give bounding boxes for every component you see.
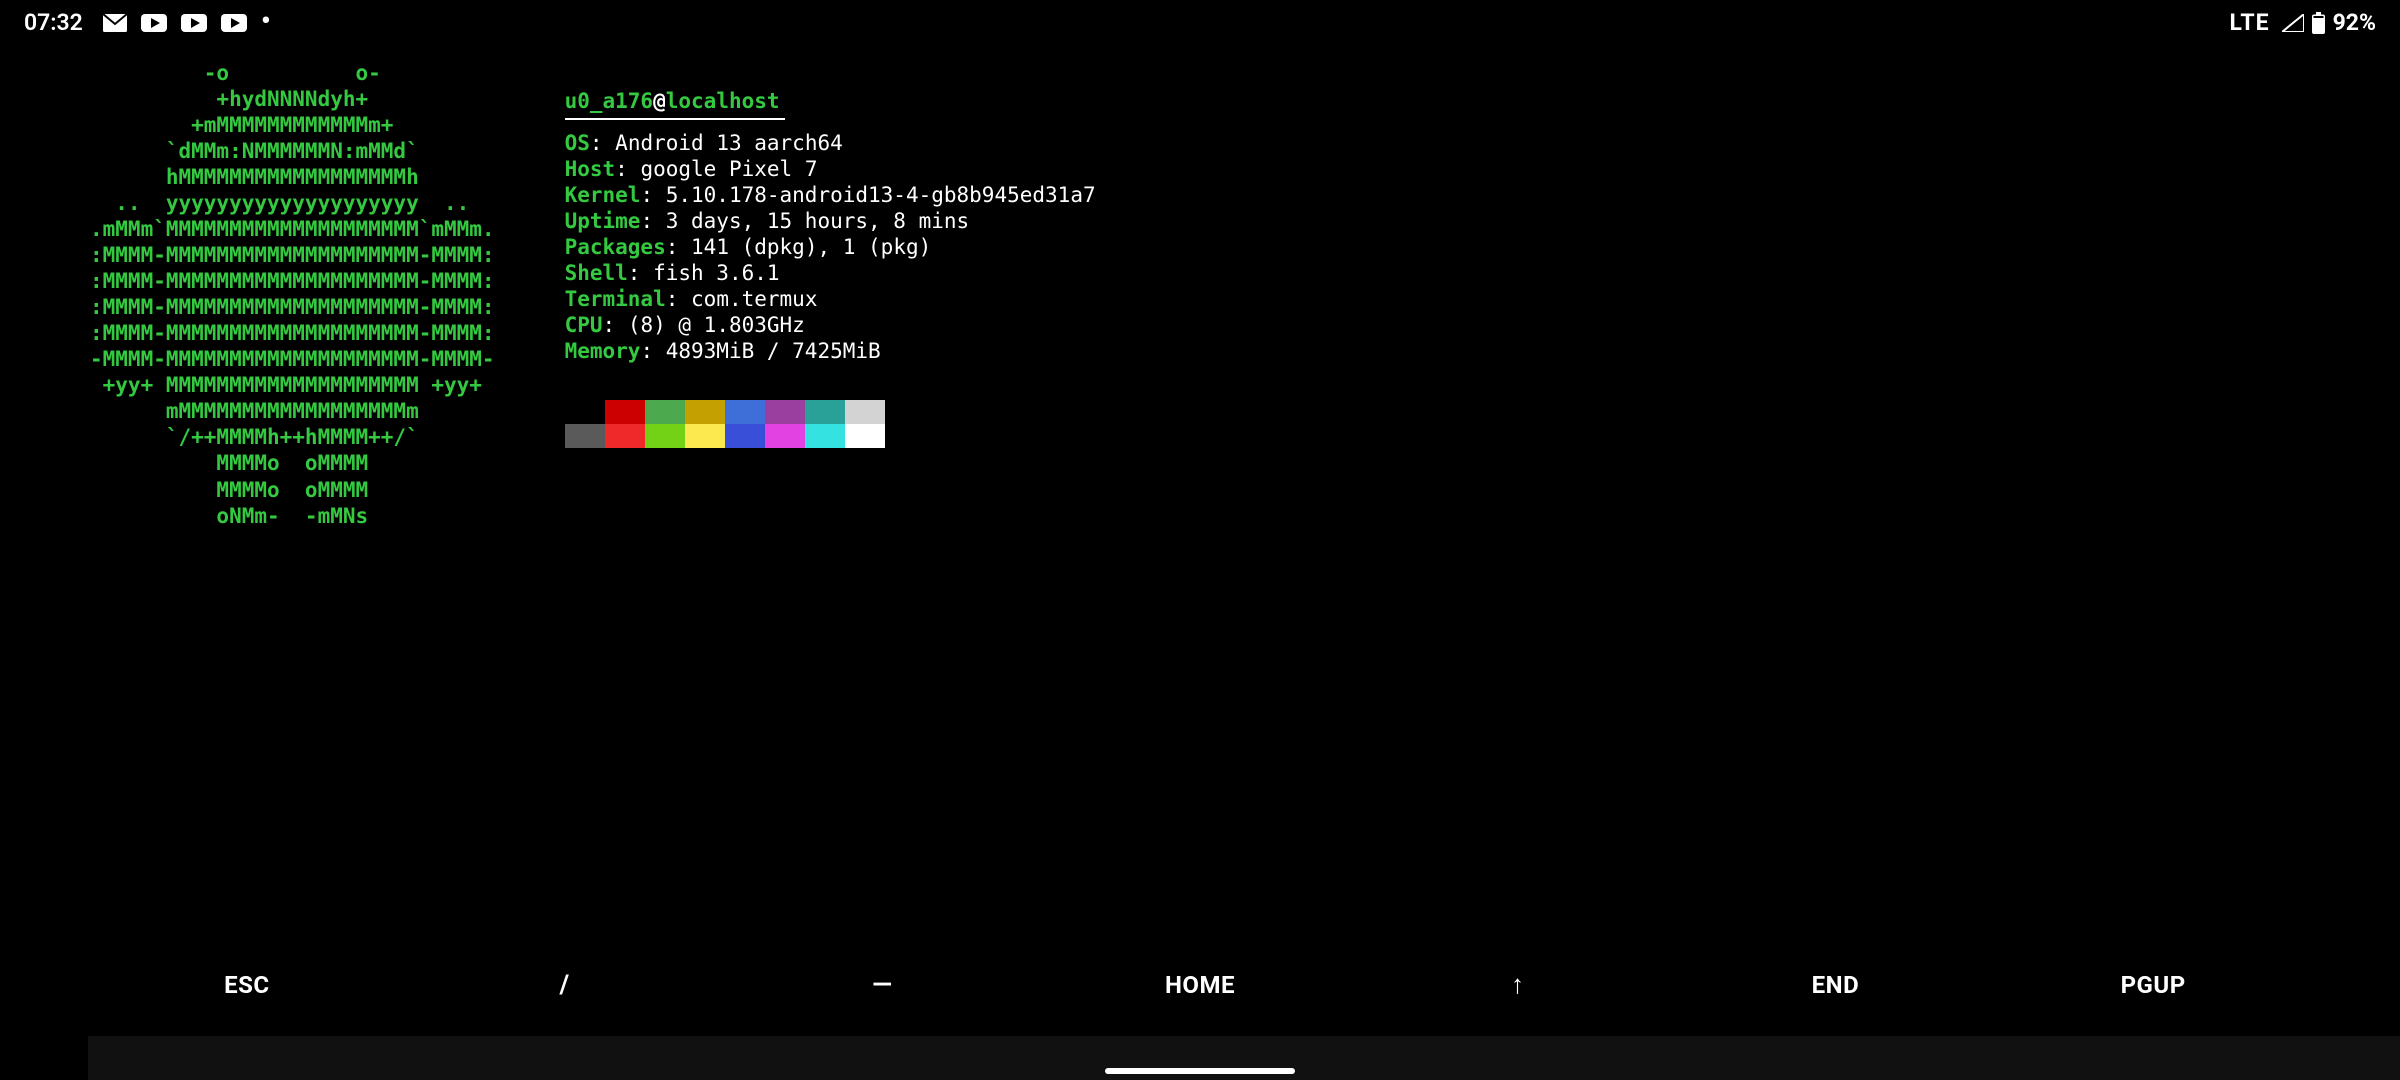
- status-clock: 07:32: [24, 9, 83, 38]
- palette-swatch: [685, 424, 725, 448]
- palette-swatch: [605, 424, 645, 448]
- neofetch-info-row: Memory: 4893MiB / 7425MiB: [565, 338, 1096, 364]
- slash-key[interactable]: /: [406, 954, 724, 1017]
- info-value: fish 3.6.1: [653, 261, 779, 285]
- info-label: OS: [565, 131, 590, 155]
- info-label: Uptime: [565, 209, 641, 233]
- info-value: com.termux: [691, 287, 817, 311]
- palette-swatch: [725, 424, 765, 448]
- cell-signal-icon: [2282, 14, 2304, 32]
- info-value: 3 days, 15 hours, 8 mins: [666, 209, 969, 233]
- neofetch-info-row: CPU: (8) @ 1.803GHz: [565, 312, 1096, 338]
- status-left-cluster: 07:32 •: [24, 9, 271, 38]
- dash-key[interactable]: ―: [723, 954, 1041, 1017]
- youtube-icon: [221, 14, 247, 32]
- neofetch-info-row: Terminal: com.termux: [565, 286, 1096, 312]
- info-value: 4893MiB / 7425MiB: [666, 339, 881, 363]
- info-value: (8) @ 1.803GHz: [628, 313, 805, 337]
- neofetch-ascii-logo: -o o- +hydNNNNdyh+ +mMMMMMMMMMMMMm+ `dMM…: [90, 60, 495, 529]
- neofetch-host: localhost: [666, 89, 780, 113]
- colon: :: [628, 261, 653, 285]
- arrow-up-key[interactable]: ↑: [1359, 954, 1677, 1017]
- palette-swatch: [845, 400, 885, 424]
- youtube-icon: [141, 14, 167, 32]
- info-label: Kernel: [565, 183, 641, 207]
- colon: :: [666, 235, 691, 259]
- colon: :: [615, 157, 640, 181]
- info-value: 141 (dpkg), 1 (pkg): [691, 235, 931, 259]
- mail-icon: [103, 14, 127, 32]
- info-value: Android 13 aarch64: [615, 131, 843, 155]
- info-label: Host: [565, 157, 616, 181]
- colon: :: [640, 339, 665, 363]
- info-label: Memory: [565, 339, 641, 363]
- at-separator: @: [653, 89, 666, 113]
- palette-swatch: [765, 400, 805, 424]
- palette-swatch: [725, 400, 765, 424]
- neofetch-info-row: Uptime: 3 days, 15 hours, 8 mins: [565, 208, 1096, 234]
- neofetch-info-row: Shell: fish 3.6.1: [565, 260, 1096, 286]
- palette-swatch: [645, 400, 685, 424]
- colon: :: [590, 131, 615, 155]
- android-status-bar: 07:32 • LTE 92%: [0, 0, 2400, 46]
- palette-swatch: [845, 424, 885, 448]
- neofetch-user-host: u0_a176@localhost: [565, 88, 1096, 114]
- colon: :: [666, 287, 691, 311]
- battery-percent: 92%: [2333, 9, 2376, 38]
- info-value: 5.10.178-android13-4-gb8b945ed31a7: [666, 183, 1096, 207]
- neofetch-user: u0_a176: [565, 89, 654, 113]
- neofetch-info-row: OS: Android 13 aarch64: [565, 130, 1096, 156]
- palette-swatch: [645, 424, 685, 448]
- network-type-label: LTE: [2230, 9, 2270, 38]
- status-right-cluster: LTE 92%: [2230, 9, 2376, 38]
- palette-swatch: [565, 400, 605, 424]
- youtube-icon: [181, 14, 207, 32]
- info-value: google Pixel 7: [640, 157, 817, 181]
- colon: :: [640, 183, 665, 207]
- neofetch-underline: [565, 118, 785, 120]
- neofetch-color-palette: [565, 400, 1096, 448]
- neofetch-info-row: Kernel: 5.10.178-android13-4-gb8b945ed31…: [565, 182, 1096, 208]
- palette-swatch: [565, 424, 605, 448]
- palette-swatch: [805, 400, 845, 424]
- terminal-viewport[interactable]: -o o- +hydNNNNdyh+ +mMMMMMMMMMMMMm+ `dMM…: [0, 46, 2400, 529]
- neofetch-info-row: Packages: 141 (dpkg), 1 (pkg): [565, 234, 1096, 260]
- android-nav-handle[interactable]: [1105, 1068, 1295, 1074]
- palette-swatch: [765, 424, 805, 448]
- palette-row-dark: [565, 400, 1096, 424]
- palette-swatch: [605, 400, 645, 424]
- palette-row-bright: [565, 424, 1096, 448]
- palette-swatch: [685, 400, 725, 424]
- info-label: Terminal: [565, 287, 666, 311]
- pgup-key[interactable]: PGUP: [1994, 954, 2312, 1017]
- palette-swatch: [805, 424, 845, 448]
- neofetch-info-column: u0_a176@localhost OS: Android 13 aarch64…: [565, 60, 1096, 448]
- battery-icon: [2312, 12, 2325, 34]
- info-label: CPU: [565, 313, 603, 337]
- neofetch-info-row: Host: google Pixel 7: [565, 156, 1096, 182]
- esc-key[interactable]: ESC: [88, 954, 406, 1017]
- info-label: Packages: [565, 235, 666, 259]
- colon: :: [603, 313, 628, 337]
- info-label: Shell: [565, 261, 628, 285]
- neofetch-rows: OS: Android 13 aarch64Host: google Pixel…: [565, 130, 1096, 364]
- colon: :: [640, 209, 665, 233]
- end-key[interactable]: END: [1677, 954, 1995, 1017]
- home-key[interactable]: HOME: [1041, 954, 1359, 1017]
